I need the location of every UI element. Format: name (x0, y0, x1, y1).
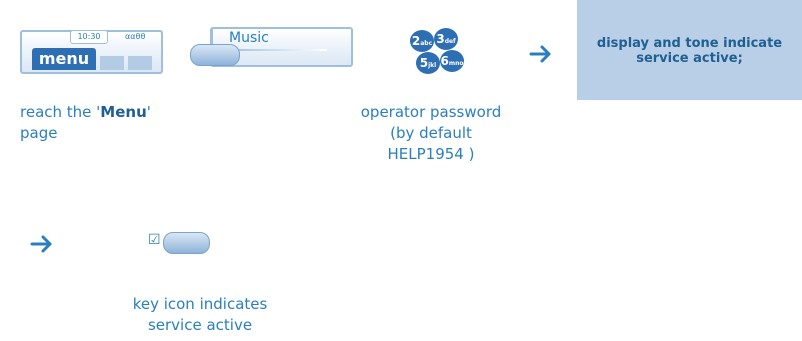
menu-screen-illustration: 10:30 ααθθ menu (20, 30, 163, 74)
key-digit: 3 (436, 32, 445, 46)
arrow-right-icon (30, 235, 52, 253)
step4-caption: key icon indicates service active (110, 294, 290, 336)
key-3: 3def (434, 28, 458, 50)
arrow-right-icon (529, 45, 551, 63)
key-6: 6mno (440, 50, 464, 72)
time-tab: 10:30 (70, 30, 108, 44)
caption-text: operator password (360, 103, 502, 121)
key-2: 2abc (410, 30, 434, 52)
result-text: display and tone indicate (596, 36, 783, 51)
key-letters: def (444, 38, 456, 45)
caption-text: HELP1954 ) (387, 145, 475, 163)
softkey-button-icon[interactable] (190, 44, 240, 66)
underline-bar (227, 49, 327, 51)
key-digit: 6 (440, 54, 449, 68)
caption-text: ' (146, 103, 151, 121)
caption-text: service active (147, 316, 253, 334)
softkey-slot (128, 56, 152, 70)
key-digit: 5 (419, 56, 429, 70)
key-letters: jkl (428, 62, 437, 69)
caption-bold: Menu (100, 103, 147, 121)
music-label: Music (229, 30, 269, 46)
softkey-slot (100, 56, 124, 70)
softkey-button-icon[interactable] (163, 232, 210, 254)
key-digit: 2 (411, 34, 421, 48)
caption-text: page (20, 124, 58, 142)
caption-text: (by default (390, 124, 472, 142)
keypad-icon: 2abc 3def 5jkl 6mno (404, 26, 464, 76)
key-letters: abc (420, 40, 433, 47)
step3-caption: operator password (by default HELP1954 ) (336, 102, 526, 165)
key-letters: mno (448, 60, 464, 67)
step1-caption: reach the 'Menu' page (20, 102, 200, 144)
menu-softkey[interactable]: menu (32, 48, 96, 70)
caption-text: reach the ' (20, 103, 101, 121)
result-box: display and tone indicate service active… (577, 0, 802, 100)
checkbox-icon: ☑ (148, 232, 161, 248)
caption-text: key icon indicates (132, 295, 268, 313)
key-5: 5jkl (416, 52, 440, 74)
result-text: service active; (636, 51, 743, 66)
status-icons: ααθθ (125, 32, 146, 41)
